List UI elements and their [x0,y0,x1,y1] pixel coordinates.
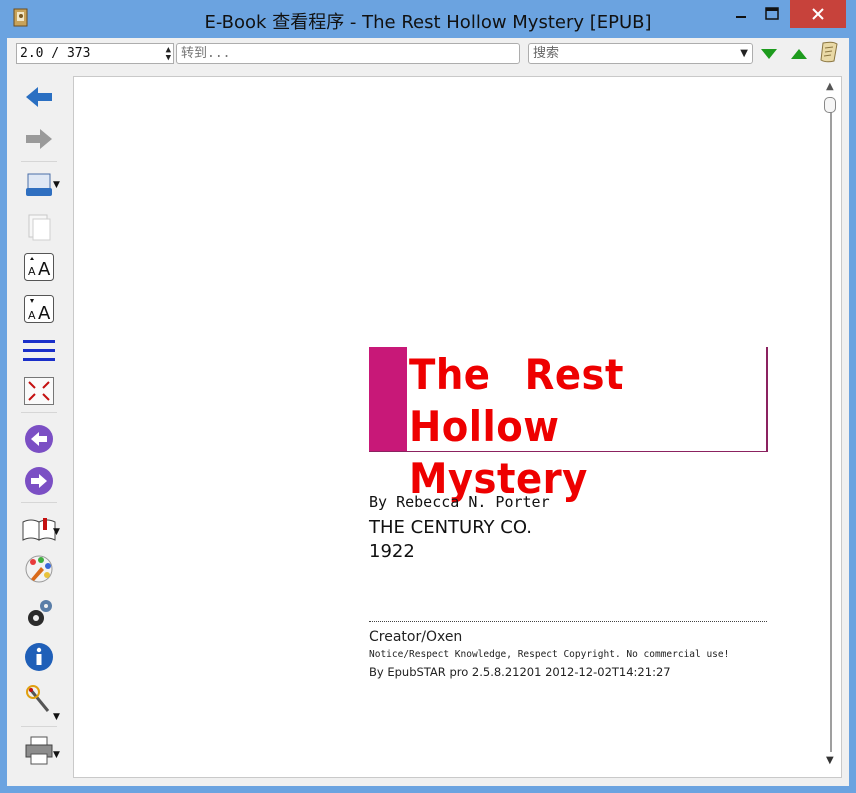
separator [21,161,57,162]
client-area: 2.0 / 373 ▲▼ 搜索 ▼ [7,38,849,786]
title-bar[interactable]: E-Book 查看程序 - The Rest Hollow Mystery [E… [0,0,856,38]
back-arrow-icon [26,87,52,107]
svg-text:A: A [28,309,36,322]
title-accent-bar [369,347,407,451]
forward-arrow-icon [26,129,52,149]
close-icon [812,8,824,20]
fullscreen-button[interactable] [21,374,57,408]
search-previous-button[interactable] [789,44,809,64]
theme-button[interactable] [21,552,57,586]
settings-button[interactable] [21,596,57,630]
print-dropdown-icon[interactable]: ▼ [53,750,60,760]
separator [21,502,57,503]
fullscreen-icon [24,377,54,405]
book-creator: Creator/Oxen [369,629,463,645]
font-larger-icon: AA [24,253,54,281]
font-larger-button[interactable]: AA [21,250,57,284]
bookmarks-icon [22,518,56,541]
search-combobox[interactable]: 搜索 ▼ [528,43,753,64]
scroll-thumb[interactable] [824,97,836,113]
book-title: The Rest Hollow Mystery [409,350,624,503]
font-smaller-button[interactable]: AA [21,292,57,326]
tools-dropdown-icon[interactable]: ▼ [53,712,60,722]
copyright-notice: Notice/Respect Knowledge, Respect Copyri… [369,649,730,660]
minimize-button[interactable] [726,0,756,28]
book-year: 1922 [369,541,415,562]
print-icon [25,736,53,765]
scroll-track[interactable] [830,97,832,752]
tools-icon [26,685,50,712]
triangle-down-green-icon [761,49,777,59]
separator [21,412,57,413]
maximize-button[interactable] [756,0,788,28]
divider [369,621,767,622]
font-smaller-icon: AA [24,295,54,323]
back-button[interactable] [21,80,57,114]
book-viewer[interactable]: The Rest Hollow Mystery By Rebecca N. Po… [73,76,842,778]
search-next-button[interactable] [759,44,779,64]
tools-button[interactable] [21,682,57,716]
search-placeholder: 搜索 [533,46,560,61]
scroll-down-icon[interactable]: ▼ [826,755,834,766]
previous-page-icon [25,425,53,453]
book-page: The Rest Hollow Mystery By Rebecca N. Po… [82,83,810,769]
book-author: By Rebecca N. Porter [369,493,550,511]
next-page-icon [25,467,53,495]
page-position-value: 2.0 / 373 [20,46,91,61]
app-window: E-Book 查看程序 - The Rest Hollow Mystery [E… [0,0,856,793]
library-icon [26,173,52,196]
triangle-up-green-icon [791,49,807,59]
close-button[interactable] [790,0,846,28]
scroll-up-icon[interactable]: ▲ [826,81,834,92]
separator [21,726,57,727]
next-page-button[interactable] [21,464,57,498]
library-dropdown-icon[interactable]: ▼ [53,180,60,190]
copy-icon [28,214,51,241]
vertical-scrollbar[interactable]: ▲ ▼ [821,77,841,777]
book-publisher: THE CENTURY CO. [369,517,533,538]
forward-button[interactable] [21,122,57,156]
title-block: The Rest Hollow Mystery [369,347,768,503]
contents-scroll-button[interactable] [819,41,839,63]
epub-generator-info: By EpubSTAR pro 2.5.8.21201 2012-12-02T1… [369,665,671,679]
svg-text:A: A [38,303,51,323]
maximize-icon [765,7,779,20]
print-button[interactable] [21,734,57,768]
chevron-down-icon[interactable]: ▼ [740,44,748,63]
line-spacing-button[interactable] [21,334,57,368]
toolbar: 2.0 / 373 ▲▼ 搜索 ▼ [7,38,849,70]
info-button[interactable] [21,640,57,674]
goto-input[interactable] [176,43,520,64]
theme-icon [25,555,53,583]
line-spacing-icon [23,340,55,361]
sidebar-toolbar: ▼ AA AA ▼ ▼ ▼ [7,74,71,786]
svg-text:A: A [28,265,36,278]
info-icon [25,643,53,671]
previous-page-button[interactable] [21,422,57,456]
settings-icon [28,600,52,626]
scroll-icon [820,41,838,63]
bookmarks-button[interactable] [21,512,57,546]
page-position-spinner[interactable]: 2.0 / 373 ▲ ▼ [16,43,174,64]
svg-text:A: A [38,259,51,280]
bookmarks-dropdown-icon[interactable]: ▼ [53,527,60,537]
library-button[interactable] [21,168,57,202]
copy-button[interactable] [21,210,57,244]
minimize-icon [736,16,746,18]
spinner-arrows-icon[interactable]: ▲ ▼ [166,46,171,63]
